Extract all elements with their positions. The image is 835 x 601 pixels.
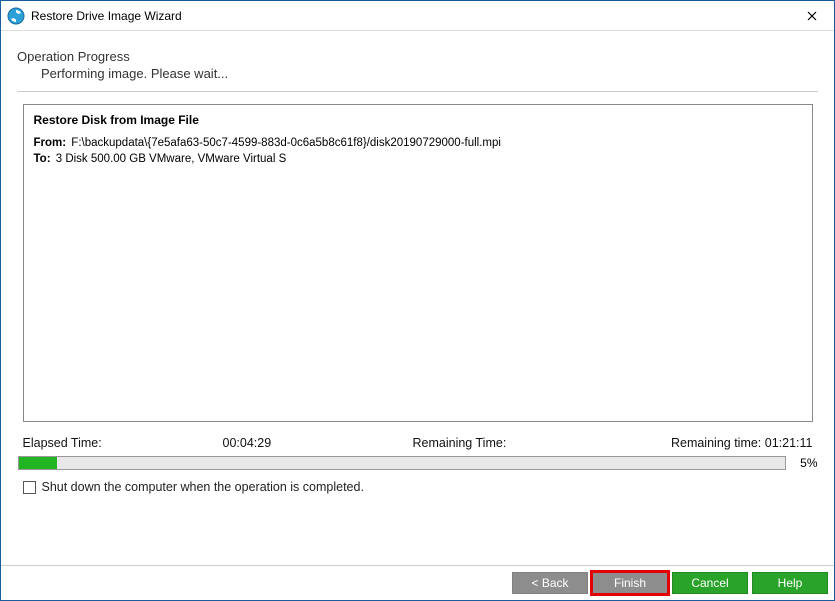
footer: < Back Finish Cancel Help — [1, 565, 834, 600]
from-label: From: — [34, 137, 67, 149]
remaining-label: Remaining Time: — [413, 436, 623, 450]
finish-button[interactable]: Finish — [592, 572, 668, 594]
elapsed-label: Elapsed Time: — [23, 436, 223, 450]
progress-row: 5% — [18, 456, 818, 470]
progress-percent: 5% — [792, 456, 818, 470]
elapsed-value: 00:04:29 — [223, 436, 413, 450]
from-row: From: F:\backupdata\{7e5afa63-50c7-4599-… — [34, 135, 802, 151]
progress-bar — [18, 456, 786, 470]
divider — [17, 91, 818, 92]
shutdown-option[interactable]: Shut down the computer when the operatio… — [23, 480, 813, 494]
back-button[interactable]: < Back — [512, 572, 588, 594]
cancel-button[interactable]: Cancel — [672, 572, 748, 594]
help-button[interactable]: Help — [752, 572, 828, 594]
window-title: Restore Drive Image Wizard — [31, 9, 182, 23]
details-panel: Restore Disk from Image File From: F:\ba… — [23, 104, 813, 422]
shutdown-checkbox[interactable] — [23, 481, 36, 494]
time-row: Elapsed Time: 00:04:29 Remaining Time: R… — [23, 436, 813, 450]
operation-subtitle: Performing image. Please wait... — [41, 66, 818, 81]
progress-fill — [19, 457, 57, 469]
to-value: 3 Disk 500.00 GB VMware, VMware Virtual … — [56, 153, 287, 165]
panel-title: Restore Disk from Image File — [34, 113, 802, 127]
shutdown-label: Shut down the computer when the operatio… — [42, 480, 364, 494]
to-label: To: — [34, 153, 51, 165]
from-value: F:\backupdata\{7e5afa63-50c7-4599-883d-0… — [71, 137, 501, 149]
operation-title: Operation Progress — [17, 49, 818, 64]
remaining-value: Remaining time: 01:21:11 — [623, 436, 813, 450]
titlebar: Restore Drive Image Wizard — [1, 1, 834, 31]
to-row: To: 3 Disk 500.00 GB VMware, VMware Virt… — [34, 151, 802, 167]
app-icon — [7, 7, 25, 25]
close-button[interactable] — [789, 1, 834, 30]
